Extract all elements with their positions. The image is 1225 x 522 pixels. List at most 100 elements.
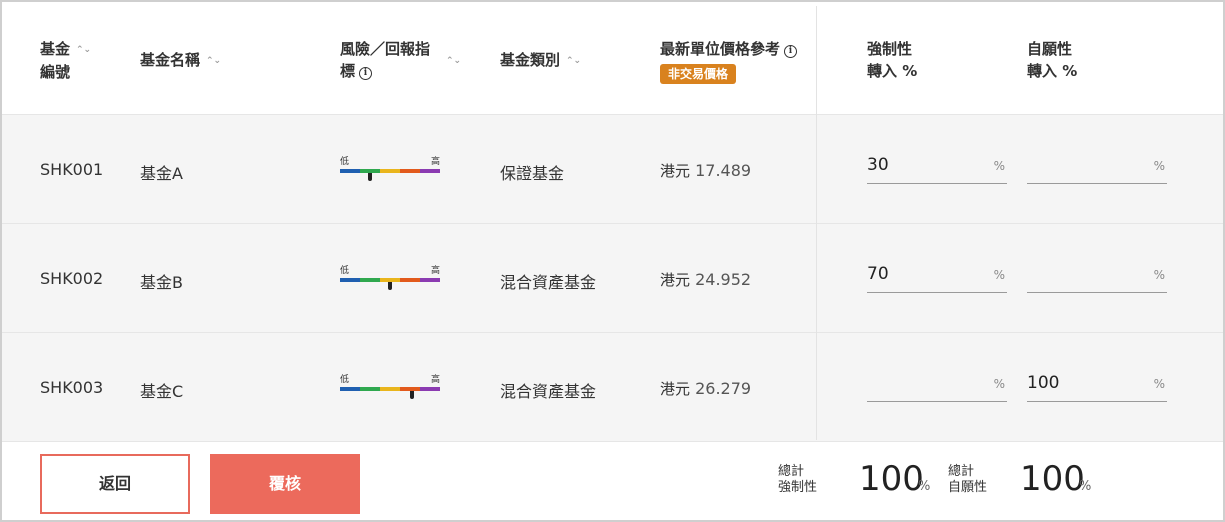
price-currency: 港元 bbox=[660, 162, 691, 180]
percent-suffix: % bbox=[1153, 268, 1165, 282]
percent-suffix: % bbox=[1079, 479, 1092, 494]
header-risk[interactable]: 風險／回報指 標i ⌃⌄ bbox=[340, 38, 461, 82]
header-category[interactable]: 基金類別 ⌃⌄ bbox=[500, 49, 581, 72]
column-divider bbox=[816, 6, 817, 440]
risk-high-label: 高 bbox=[430, 157, 440, 167]
fund-price: 港元 17.489 bbox=[660, 160, 751, 181]
price-currency: 港元 bbox=[660, 271, 691, 289]
header-price-label: 最新單位價格參考 bbox=[660, 40, 781, 58]
price-value: 24.952 bbox=[695, 270, 752, 289]
header-price: 最新單位價格參考 i 非交易價格 bbox=[660, 38, 798, 84]
header-category-label: 基金類別 bbox=[500, 51, 561, 69]
risk-segment bbox=[340, 278, 360, 282]
risk-low-label: 低 bbox=[340, 266, 350, 276]
header-voluntary-line1: 自願性 bbox=[1027, 40, 1073, 58]
footer-bar: 返回 覆核 總計 強制性 100 % 總計 自願性 100 % bbox=[2, 442, 1223, 520]
risk-low-label: 低 bbox=[340, 157, 350, 167]
risk-segment bbox=[400, 169, 420, 173]
fund-name: 基金C bbox=[140, 382, 184, 401]
mandatory-input[interactable]: 30 % bbox=[867, 153, 1007, 184]
header-fund-code-line2: 編號 bbox=[40, 62, 71, 81]
risk-segment bbox=[380, 169, 400, 173]
fund-switch-panel: 基金 ⌃⌄ 編號 基金名稱 ⌃⌄ 風險／回報指 標i ⌃⌄ 基金類別 ⌃⌄ 最新單位價… bbox=[0, 0, 1225, 522]
mandatory-total-label: 總計 強制性 bbox=[778, 464, 817, 496]
risk-meter: 低 高 bbox=[340, 154, 440, 184]
voluntary-total-value: 100 bbox=[1020, 459, 1085, 499]
non-trading-price-badge: 非交易價格 bbox=[660, 64, 737, 84]
header-voluntary-line2: 轉入 % bbox=[1027, 62, 1078, 80]
mandatory-input[interactable]: 70 % bbox=[867, 262, 1007, 293]
info-icon[interactable]: i bbox=[359, 67, 373, 80]
risk-segment bbox=[420, 278, 440, 282]
risk-pointer-icon bbox=[410, 391, 414, 399]
voluntary-total-label-line1: 總計 bbox=[948, 464, 975, 479]
risk-segment bbox=[340, 169, 360, 173]
table-row: SHK003 基金C 低 高 混合資產基金 港元 26.279 % 100 % bbox=[2, 333, 1223, 442]
fund-code: SHK002 bbox=[40, 269, 104, 288]
table-header: 基金 ⌃⌄ 編號 基金名稱 ⌃⌄ 風險／回報指 標i ⌃⌄ 基金類別 ⌃⌄ 最新單位價… bbox=[2, 2, 1223, 115]
fund-category: 混合資產基金 bbox=[500, 382, 597, 401]
risk-segment bbox=[380, 387, 400, 391]
header-fund-name[interactable]: 基金名稱 ⌃⌄ bbox=[140, 49, 221, 72]
voluntary-input[interactable]: % bbox=[1027, 262, 1167, 293]
risk-segment bbox=[420, 387, 440, 391]
risk-high-label: 高 bbox=[430, 375, 440, 385]
risk-segment bbox=[400, 278, 420, 282]
voluntary-total-label-line2: 自願性 bbox=[948, 480, 988, 495]
risk-high-label: 高 bbox=[430, 266, 440, 276]
sort-icon[interactable]: ⌃⌄ bbox=[566, 56, 581, 66]
header-risk-line1: 風險／回報指 bbox=[340, 40, 431, 58]
percent-suffix: % bbox=[1153, 159, 1165, 173]
percent-suffix: % bbox=[1153, 377, 1165, 391]
risk-segment bbox=[420, 169, 440, 173]
voluntary-total-label: 總計 自願性 bbox=[948, 464, 987, 496]
header-mandatory-line2: 轉入 % bbox=[867, 62, 918, 80]
percent-suffix: % bbox=[993, 159, 1005, 173]
percent-suffix: % bbox=[918, 479, 931, 494]
voluntary-input[interactable]: % bbox=[1027, 153, 1167, 184]
risk-meter: 低 高 bbox=[340, 263, 440, 293]
fund-code: SHK003 bbox=[40, 378, 104, 397]
risk-scale bbox=[340, 387, 440, 391]
risk-pointer-icon bbox=[388, 282, 392, 290]
mandatory-input[interactable]: % bbox=[867, 371, 1007, 402]
header-fund-name-label: 基金名稱 bbox=[140, 51, 201, 69]
risk-pointer-icon bbox=[368, 173, 372, 181]
header-mandatory: 強制性 轉入 % bbox=[867, 38, 917, 82]
mandatory-total-label-line1: 總計 bbox=[778, 464, 805, 479]
percent-suffix: % bbox=[993, 268, 1005, 282]
price-currency: 港元 bbox=[660, 380, 691, 398]
risk-low-label: 低 bbox=[340, 375, 350, 385]
review-button[interactable]: 覆核 bbox=[210, 454, 360, 514]
price-value: 26.279 bbox=[695, 379, 752, 398]
risk-segment bbox=[360, 278, 380, 282]
risk-scale bbox=[340, 169, 440, 173]
fund-category: 混合資產基金 bbox=[500, 273, 597, 292]
risk-meter: 低 高 bbox=[340, 372, 440, 402]
mandatory-value: 70 bbox=[867, 264, 889, 284]
fund-price: 港元 26.279 bbox=[660, 378, 751, 399]
header-voluntary: 自願性 轉入 % bbox=[1027, 38, 1077, 82]
header-fund-code-line1: 基金 bbox=[40, 40, 71, 58]
table-row: SHK001 基金A 低 高 保證基金 港元 17.489 30 % % bbox=[2, 115, 1223, 224]
back-button[interactable]: 返回 bbox=[40, 454, 190, 514]
header-risk-line2: 標 bbox=[340, 62, 356, 80]
sort-icon[interactable]: ⌃⌄ bbox=[76, 45, 91, 55]
fund-name: 基金A bbox=[140, 164, 183, 183]
table-row: SHK002 基金B 低 高 混合資產基金 港元 24.952 70 % % bbox=[2, 224, 1223, 333]
sort-icon[interactable]: ⌃⌄ bbox=[206, 56, 221, 66]
mandatory-value: 30 bbox=[867, 155, 889, 175]
header-fund-code[interactable]: 基金 ⌃⌄ 編號 bbox=[40, 38, 91, 83]
sort-icon[interactable]: ⌃⌄ bbox=[446, 50, 461, 72]
mandatory-total-label-line2: 強制性 bbox=[778, 480, 818, 495]
fund-price: 港元 24.952 bbox=[660, 269, 751, 290]
header-mandatory-line1: 強制性 bbox=[867, 40, 913, 58]
mandatory-total-value: 100 bbox=[859, 459, 924, 499]
voluntary-input[interactable]: 100 % bbox=[1027, 371, 1167, 402]
risk-segment bbox=[360, 387, 380, 391]
info-icon[interactable]: i bbox=[784, 45, 798, 58]
voluntary-value: 100 bbox=[1027, 373, 1060, 393]
fund-code: SHK001 bbox=[40, 160, 104, 179]
risk-segment bbox=[340, 387, 360, 391]
price-value: 17.489 bbox=[695, 161, 752, 180]
